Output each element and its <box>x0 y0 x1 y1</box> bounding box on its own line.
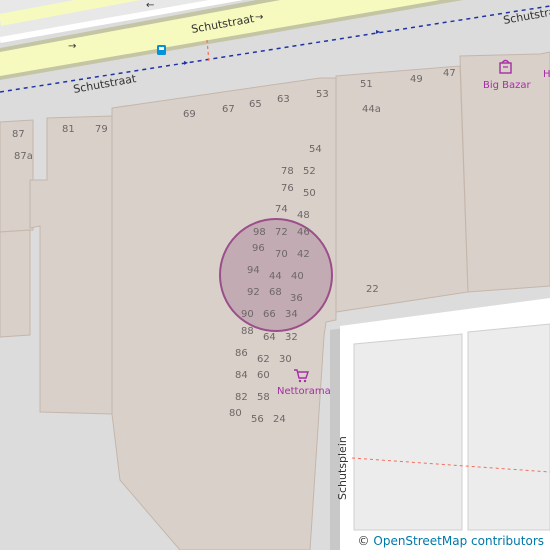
house-number: 68 <box>269 287 282 298</box>
house-number: 94 <box>247 265 260 276</box>
parking-area <box>353 333 463 531</box>
house-number: 60 <box>257 370 270 381</box>
house-number: 87 <box>12 129 25 140</box>
building <box>335 65 469 313</box>
house-number: 70 <box>275 249 288 260</box>
house-number: 52 <box>303 166 316 177</box>
house-number: 44a <box>362 104 381 115</box>
house-number: 69 <box>183 109 196 120</box>
house-number: 32 <box>285 332 298 343</box>
house-number: 49 <box>410 74 423 85</box>
house-number: 34 <box>285 309 298 320</box>
bus-stop-icon[interactable] <box>157 45 166 55</box>
house-number: 74 <box>275 204 288 215</box>
house-number: 24 <box>273 414 286 425</box>
house-number: 51 <box>360 79 373 90</box>
parking-area <box>467 323 550 531</box>
house-number: 63 <box>277 94 290 105</box>
house-number: 42 <box>297 249 310 260</box>
house-number: 53 <box>316 89 329 100</box>
house-number: 65 <box>249 99 262 110</box>
house-number: 54 <box>309 144 322 155</box>
house-number: 90 <box>241 309 254 320</box>
house-number: 92 <box>247 287 260 298</box>
map-attribution: © OpenStreetMap contributors <box>351 532 550 550</box>
house-number: 44 <box>269 271 282 282</box>
map-canvas[interactable]: ← → → ▸ ▸ Schutstraat Schutstraat Schuts… <box>0 0 550 550</box>
route-arrow-icon: ▸ <box>376 27 380 36</box>
building <box>0 229 31 338</box>
house-number: 87a <box>14 151 33 162</box>
house-number: 80 <box>229 408 242 419</box>
house-number: 58 <box>257 392 270 403</box>
house-number: 30 <box>279 354 292 365</box>
house-number: 66 <box>263 309 276 320</box>
house-number: 76 <box>281 183 294 194</box>
house-number: 22 <box>366 284 379 295</box>
route-arrow-icon: ▸ <box>184 58 188 67</box>
house-number: 98 <box>253 227 266 238</box>
house-number: 48 <box>297 210 310 221</box>
house-number: 62 <box>257 354 270 365</box>
oneway-arrow-icon: → <box>255 12 263 23</box>
house-number: 78 <box>281 166 294 177</box>
osm-attribution-link[interactable]: OpenStreetMap contributors <box>373 534 544 548</box>
house-number: 50 <box>303 188 316 199</box>
oneway-arrow-icon: → <box>68 41 76 52</box>
house-number: 79 <box>95 124 108 135</box>
house-number: 36 <box>290 293 303 304</box>
house-number: 64 <box>263 332 276 343</box>
house-number: 47 <box>443 68 456 79</box>
house-number: 81 <box>62 124 75 135</box>
street-label-schutsplein: Schutsplein <box>336 436 349 500</box>
house-number: 84 <box>235 370 248 381</box>
poi-label-nettorama: Nettorama <box>277 386 331 397</box>
copyright-symbol: © <box>357 534 370 548</box>
house-number: 96 <box>252 243 265 254</box>
house-number: 72 <box>275 227 288 238</box>
house-number: 56 <box>251 414 264 425</box>
house-number: 82 <box>235 392 248 403</box>
house-number: 88 <box>241 326 254 337</box>
poi-label-partial: H <box>543 69 550 80</box>
house-number: 86 <box>235 348 248 359</box>
house-number: 67 <box>222 104 235 115</box>
map-viewport[interactable]: ← → → ▸ ▸ Schutstraat Schutstraat Schuts… <box>0 0 550 550</box>
house-number: 40 <box>291 271 304 282</box>
oneway-arrow-icon: ← <box>146 0 154 11</box>
house-number: 46 <box>297 227 310 238</box>
poi-label-big-bazar: Big Bazar <box>483 80 532 91</box>
